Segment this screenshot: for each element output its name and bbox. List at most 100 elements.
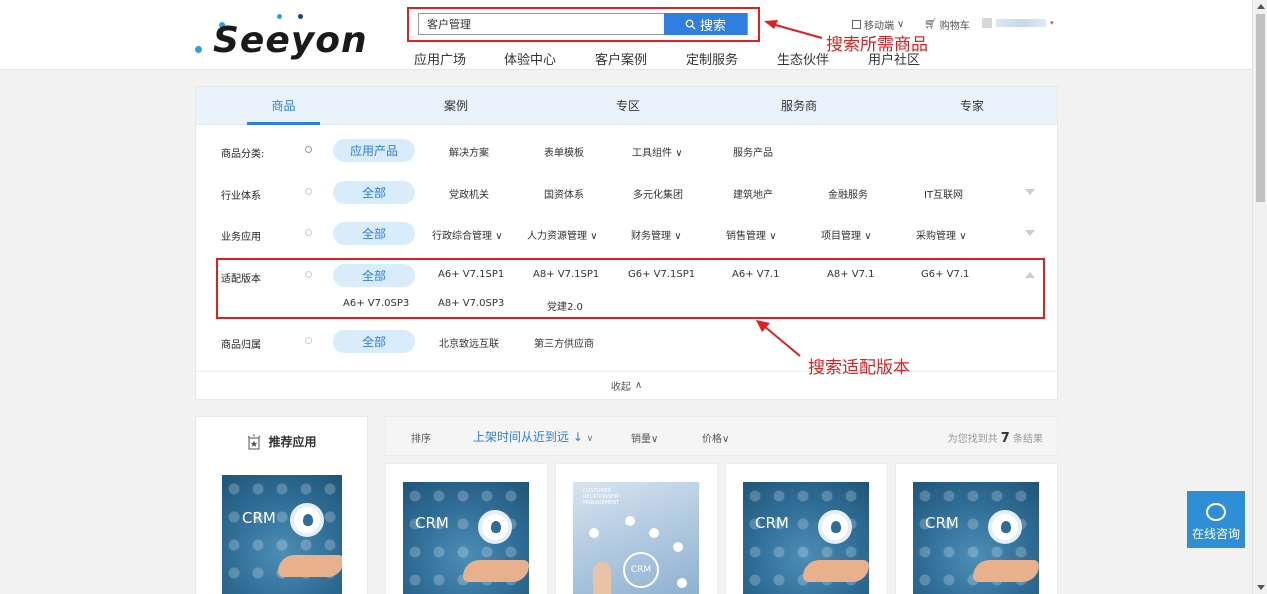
category-tabs: 商品 案例 专区 服务商 专家 bbox=[196, 87, 1057, 125]
product-card[interactable]: CRM bbox=[725, 463, 888, 594]
filter-chip-all[interactable]: 全部 bbox=[333, 330, 415, 353]
filter-option[interactable]: 建筑地产 bbox=[733, 186, 773, 201]
crm-network-image: CUSTOMER RELATIONSHIP MANAGEMENT CRM bbox=[573, 482, 699, 594]
tab-zones[interactable]: 专区 bbox=[588, 87, 668, 125]
chevron-down-icon: ∨ bbox=[590, 231, 598, 242]
user-pin-icon bbox=[290, 503, 324, 537]
product-card[interactable]: CUSTOMER RELATIONSHIP MANAGEMENT CRM bbox=[555, 463, 718, 594]
tab-cases[interactable]: 案例 bbox=[416, 87, 496, 125]
filter-row-category: 商品分类: 应用产品 解决方案 表单模板 工具组件 ∨ 服务产品 bbox=[196, 139, 1057, 163]
filter-option-dropdown[interactable]: 工具组件 ∨ bbox=[632, 144, 683, 159]
sort-by-price[interactable]: 价格∨ bbox=[702, 430, 729, 445]
nav-item-app-plaza[interactable]: 应用广场 bbox=[414, 49, 466, 68]
filter-option[interactable]: 表单模板 bbox=[544, 144, 584, 159]
filter-option[interactable]: 多元化集团 bbox=[633, 186, 683, 201]
product-thumbnail: CRM bbox=[913, 482, 1039, 594]
filter-label: 商品归属 bbox=[221, 340, 261, 351]
filter-option-dropdown[interactable]: 项目管理 ∨ bbox=[821, 227, 872, 242]
filter-row-industry: 行业体系 全部 党政机关 国资体系 多元化集团 建筑地产 金融服务 IT互联网 bbox=[196, 181, 1057, 205]
filter-option-dropdown[interactable]: 采购管理 ∨ bbox=[916, 227, 967, 242]
version-annotation-box bbox=[216, 258, 1045, 319]
filter-option-label: 人力资源管理 bbox=[527, 231, 587, 242]
scroll-up-arrow-icon[interactable] bbox=[1257, 4, 1265, 9]
filter-chip-selected[interactable]: 应用产品 bbox=[333, 139, 415, 162]
crm-subtitle: CUSTOMER RELATIONSHIP MANAGEMENT bbox=[583, 488, 620, 506]
nav-item-experience[interactable]: 体验中心 bbox=[504, 49, 556, 68]
product-thumbnail: CRM bbox=[743, 482, 869, 594]
product-thumbnail: CUSTOMER RELATIONSHIP MANAGEMENT CRM bbox=[573, 482, 699, 594]
collapse-label: 收起 bbox=[610, 382, 631, 393]
filter-option[interactable]: 服务产品 bbox=[733, 144, 773, 159]
user-account-menu[interactable]: ▾ bbox=[982, 17, 1057, 29]
sort-by-sales-label: 销量 bbox=[631, 434, 651, 445]
crm-circle-icon: CRM bbox=[623, 552, 659, 588]
filter-option-label: 销售管理 bbox=[726, 231, 766, 242]
nav-item-cases[interactable]: 客户案例 bbox=[595, 49, 647, 68]
hand-illustration bbox=[973, 560, 1039, 582]
crm-text: CRM bbox=[415, 514, 449, 532]
network-node bbox=[589, 528, 599, 538]
nav-item-community[interactable]: 用户社区 bbox=[868, 49, 920, 68]
crm-image: CRM bbox=[743, 482, 869, 594]
main-nav: 应用广场 体验中心 客户案例 定制服务 生态伙伴 用户社区 bbox=[0, 49, 1252, 68]
scroll-down-arrow-icon[interactable] bbox=[1257, 585, 1265, 590]
expand-caret-icon[interactable] bbox=[1025, 189, 1035, 195]
filter-option-dropdown[interactable]: 财务管理 ∨ bbox=[631, 227, 682, 242]
hand-illustration bbox=[278, 555, 342, 577]
cart-link[interactable]: 🛒︎ 购物车 bbox=[924, 17, 970, 32]
nav-item-partners[interactable]: 生态伙伴 bbox=[777, 49, 829, 68]
nav-item-custom-service[interactable]: 定制服务 bbox=[686, 49, 738, 68]
recommended-title: 推荐应用 bbox=[196, 433, 367, 450]
active-tab-indicator bbox=[247, 122, 320, 125]
result-suffix: 条结果 bbox=[1013, 434, 1043, 445]
sort-by-sales[interactable]: 销量∨ bbox=[631, 430, 658, 445]
logo-dot bbox=[298, 14, 303, 19]
search-icon bbox=[685, 19, 696, 30]
product-card[interactable]: CRM bbox=[895, 463, 1058, 594]
chevron-down-icon: ∨ bbox=[959, 231, 967, 242]
result-count: 为您找到共 7 条结果 bbox=[948, 430, 1043, 446]
caret-down-icon: ▾ bbox=[1050, 19, 1054, 27]
mobile-menu[interactable]: 移动端 ∨ bbox=[852, 17, 904, 32]
online-consult-button[interactable]: 在线咨询 bbox=[1187, 491, 1245, 548]
chevron-down-icon: ∨ bbox=[651, 434, 659, 445]
search-input[interactable] bbox=[419, 14, 665, 34]
filter-option[interactable]: 党政机关 bbox=[449, 186, 489, 201]
filter-option[interactable]: 解决方案 bbox=[449, 144, 489, 159]
chevron-down-icon: ∨ bbox=[675, 148, 683, 159]
tab-products[interactable]: 商品 bbox=[247, 87, 320, 125]
product-card[interactable]: CRM bbox=[385, 463, 548, 594]
filter-option-label: 采购管理 bbox=[916, 231, 956, 242]
filter-row-business: 业务应用 全部 行政综合管理 ∨ 人力资源管理 ∨ 财务管理 ∨ 销售管理 ∨ … bbox=[196, 222, 1057, 246]
filter-option-dropdown[interactable]: 销售管理 ∨ bbox=[726, 227, 777, 242]
hand-illustration bbox=[803, 560, 869, 582]
network-node bbox=[677, 578, 687, 588]
result-number: 7 bbox=[1000, 431, 1010, 446]
tab-experts[interactable]: 专家 bbox=[932, 87, 1012, 125]
collapse-filters-button[interactable]: 收起 ∧ bbox=[196, 371, 1057, 399]
filter-option[interactable]: 第三方供应商 bbox=[534, 335, 594, 350]
search-button[interactable]: 搜索 bbox=[664, 13, 747, 35]
filter-label: 商品分类: bbox=[221, 149, 265, 160]
qr-icon bbox=[852, 20, 861, 29]
chevron-down-icon: ∨ bbox=[722, 434, 730, 445]
hand-illustration bbox=[463, 560, 529, 582]
filter-option[interactable]: 金融服务 bbox=[828, 186, 868, 201]
filter-option-dropdown[interactable]: 行政综合管理 ∨ bbox=[432, 227, 503, 242]
filter-option[interactable]: IT互联网 bbox=[924, 186, 963, 201]
filter-chip-all[interactable]: 全部 bbox=[333, 181, 415, 204]
filter-option-dropdown[interactable]: 人力资源管理 ∨ bbox=[527, 227, 598, 242]
chevron-down-icon: ∨ bbox=[864, 231, 872, 242]
filter-option[interactable]: 北京致远互联 bbox=[439, 335, 499, 350]
tab-providers[interactable]: 服务商 bbox=[759, 87, 839, 125]
filter-option[interactable]: 国资体系 bbox=[544, 186, 584, 201]
page-scrollbar[interactable] bbox=[1252, 0, 1267, 594]
sort-by-time[interactable]: 上架时间从近到远 ↓ ∨ bbox=[473, 428, 593, 445]
expand-caret-icon[interactable] bbox=[1025, 230, 1035, 236]
filter-chip-all[interactable]: 全部 bbox=[333, 222, 415, 245]
recommended-app-thumbnail[interactable]: CRM bbox=[222, 475, 342, 594]
user-pin-icon bbox=[478, 510, 512, 544]
scroll-thumb[interactable] bbox=[1256, 14, 1265, 202]
search-bar: 搜索 bbox=[418, 13, 748, 35]
crm-text: CRM bbox=[755, 514, 789, 532]
